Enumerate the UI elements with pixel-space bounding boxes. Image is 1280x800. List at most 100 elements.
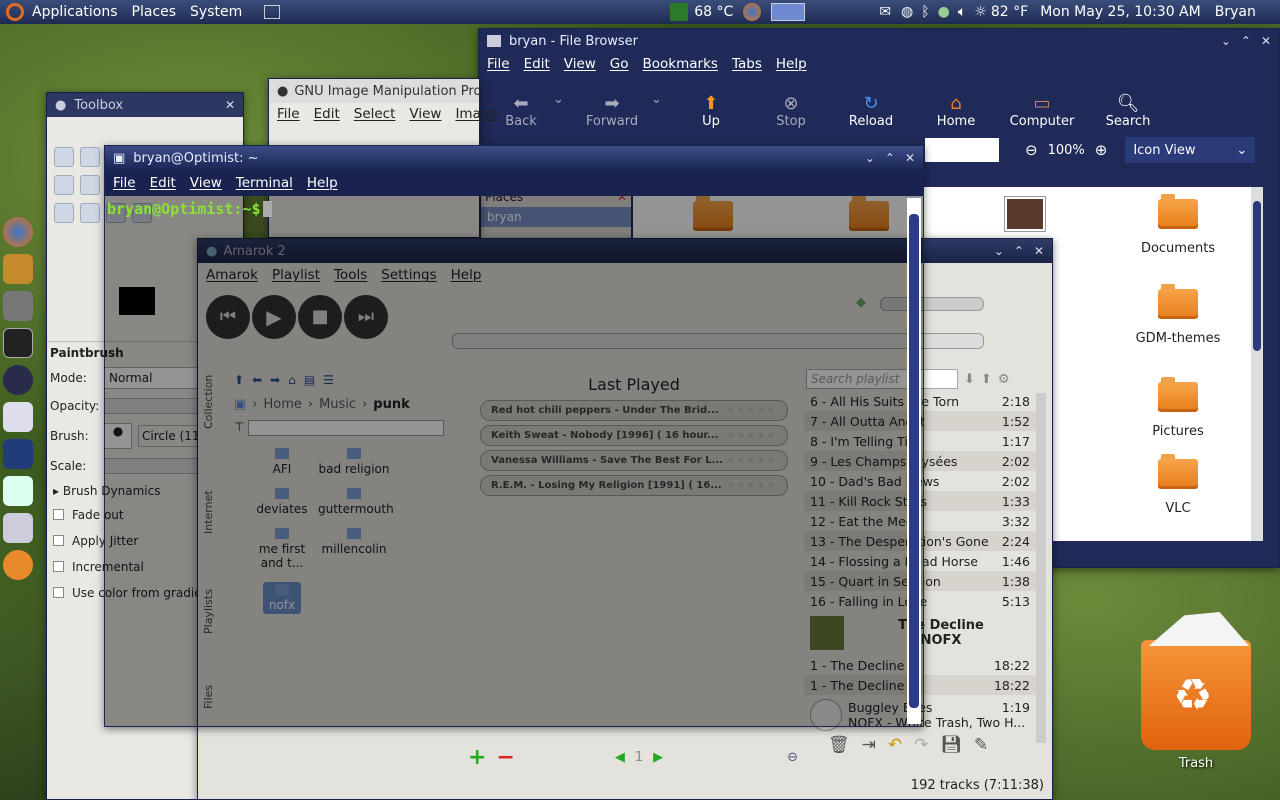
view-select[interactable]: Icon View ⌄ — [1125, 137, 1256, 163]
playlist-scrollbar[interactable] — [1036, 393, 1046, 743]
firefox-icon[interactable] — [3, 217, 33, 247]
export-icon[interactable]: ✎ — [974, 735, 988, 755]
money-bag-icon[interactable] — [3, 254, 33, 284]
computer-button[interactable]: ▭ Computer — [1001, 93, 1083, 129]
blur-tool[interactable] — [80, 203, 100, 223]
terminal-titlebar[interactable]: ▣ bryan@Optimist: ~ ⌄ ⌃ ✕ — [105, 146, 923, 170]
menu-bookmarks[interactable]: Bookmarks — [643, 56, 718, 72]
toolbox-titlebar[interactable]: ● Toolbox ✕ — [47, 93, 243, 117]
user-menu[interactable]: Bryan — [1215, 4, 1256, 20]
bookmark-star-icon[interactable] — [3, 439, 33, 469]
terminal-launcher-icon[interactable] — [264, 5, 281, 19]
minimize-icon[interactable]: ⌄ — [1221, 34, 1231, 48]
maximize-icon[interactable]: ⌃ — [885, 151, 895, 165]
location-input[interactable] — [925, 138, 999, 162]
menu-view[interactable]: View — [564, 56, 596, 72]
vertical-scrollbar[interactable] — [1251, 187, 1263, 541]
vlc-folder[interactable]: VLC — [1123, 454, 1233, 516]
menu-edit[interactable]: Edit — [314, 106, 340, 122]
menu-terminal[interactable]: Terminal — [236, 175, 293, 191]
pictures-folder[interactable]: Pictures — [1123, 377, 1233, 439]
menu-edit[interactable]: Edit — [150, 175, 176, 191]
close-icon[interactable]: ✕ — [905, 151, 915, 165]
minimize-icon[interactable]: ⌄ — [994, 244, 1004, 258]
maximize-icon[interactable]: ⌃ — [1014, 244, 1024, 258]
close-icon[interactable]: ✕ — [1261, 34, 1271, 48]
menu-system[interactable]: System — [190, 4, 242, 20]
close-icon[interactable]: ✕ — [1034, 244, 1044, 258]
volume-icon[interactable]: 🔈︎ — [958, 4, 966, 20]
network-icon[interactable]: ◍ — [901, 4, 913, 20]
gimp-title: GNU Image Manipulation Pro — [294, 83, 479, 99]
menu-tabs[interactable]: Tabs — [732, 56, 762, 72]
move-up-icon[interactable]: ⬆ — [981, 372, 992, 387]
menu-help[interactable]: Help — [776, 56, 807, 72]
redo-icon[interactable]: ↷ — [914, 735, 928, 755]
move-down-icon[interactable]: ⬇ — [964, 372, 975, 387]
workspace-switcher[interactable] — [771, 3, 806, 21]
menu-places[interactable]: Places — [132, 4, 177, 20]
minimize-icon[interactable]: ⌄ — [865, 151, 875, 165]
calendar-2-icon[interactable] — [3, 513, 33, 543]
clone-tool[interactable] — [54, 203, 74, 223]
close-icon[interactable]: ✕ — [225, 98, 235, 112]
save-playlist-icon[interactable]: 💾︎ — [940, 735, 962, 755]
ellipse-select-tool[interactable] — [80, 147, 100, 167]
zoom-out-icon[interactable]: ⊖ — [787, 750, 798, 765]
menu-applications[interactable]: Applications — [32, 4, 118, 20]
documents-folder[interactable]: Documents — [1123, 194, 1233, 256]
image-file-icon[interactable] — [1004, 196, 1046, 232]
forward-dropdown-icon[interactable]: ⌄ — [651, 92, 671, 129]
stop-button[interactable]: ⊗ Stop — [751, 93, 831, 129]
back-dropdown-icon[interactable]: ⌄ — [553, 92, 573, 129]
gimp-titlebar[interactable]: ● GNU Image Manipulation Pro — [269, 79, 479, 103]
zoom-out-icon[interactable]: ⊖ — [1025, 141, 1038, 159]
wrench-icon[interactable]: ⚙ — [998, 372, 1010, 387]
menu-view[interactable]: View — [190, 175, 222, 191]
menu-file[interactable]: File — [113, 175, 136, 191]
gradient-tool[interactable] — [80, 175, 100, 195]
up-button[interactable]: ⬆ Up — [671, 93, 751, 129]
search-button[interactable]: 🔍︎ Search — [1083, 93, 1173, 129]
rect-select-tool[interactable] — [54, 147, 74, 167]
ubuntu-logo-icon[interactable] — [6, 3, 24, 21]
menu-file[interactable]: File — [277, 106, 300, 122]
clear-playlist-icon[interactable]: 🗑︎ — [828, 735, 850, 755]
bluetooth-icon[interactable]: ᛒ — [921, 4, 929, 20]
update-icon[interactable]: ● — [938, 4, 950, 20]
terminal-icon[interactable] — [3, 328, 33, 358]
add-applet-icon[interactable]: + — [468, 745, 486, 770]
draw-icon[interactable] — [3, 476, 33, 506]
menu-file[interactable]: File — [487, 56, 510, 72]
prev-page-icon[interactable]: ◀ — [615, 750, 625, 765]
firefox-icon[interactable] — [743, 3, 762, 21]
terminal-output[interactable]: bryan@Optimist:~$ — [105, 196, 923, 222]
home-button[interactable]: ⌂ Home — [911, 93, 1001, 129]
forward-button[interactable]: ➡ Forward — [573, 93, 651, 129]
back-button[interactable]: ⬅ Back — [489, 93, 553, 129]
menu-edit[interactable]: Edit — [524, 56, 550, 72]
menu-go[interactable]: Go — [610, 56, 629, 72]
scale-tool[interactable] — [54, 175, 74, 195]
gdm-themes-folder[interactable]: GDM-themes — [1123, 284, 1233, 346]
trash-desktop-icon[interactable]: ♻ Trash — [1136, 612, 1256, 775]
zoom-in-icon[interactable]: ⊕ — [1095, 141, 1108, 159]
gimp-icon[interactable] — [3, 291, 33, 321]
menu-view[interactable]: View — [409, 106, 441, 122]
maximize-icon[interactable]: ⌃ — [1241, 34, 1251, 48]
next-page-icon[interactable]: ▶ — [653, 750, 663, 765]
reload-button[interactable]: ↻ Reload — [831, 93, 911, 129]
menu-image[interactable]: Image — [455, 106, 497, 122]
clock[interactable]: Mon May 25, 10:30 AM — [1040, 4, 1201, 20]
mail-icon[interactable]: ✉ — [879, 4, 891, 20]
menu-select[interactable]: Select — [354, 106, 396, 122]
show-active-icon[interactable]: ⇥ — [862, 735, 876, 755]
shell-icon[interactable] — [3, 550, 33, 580]
terminal-scrollbar[interactable] — [907, 198, 921, 724]
file-browser-titlebar[interactable]: bryan - File Browser ⌄ ⌃ ✕ — [479, 29, 1279, 53]
undo-icon[interactable]: ↶ — [888, 735, 902, 755]
menu-help[interactable]: Help — [307, 175, 338, 191]
pidgin-icon[interactable] — [3, 365, 33, 395]
calendar-icon[interactable] — [3, 402, 33, 432]
remove-applet-icon[interactable]: − — [496, 745, 514, 770]
